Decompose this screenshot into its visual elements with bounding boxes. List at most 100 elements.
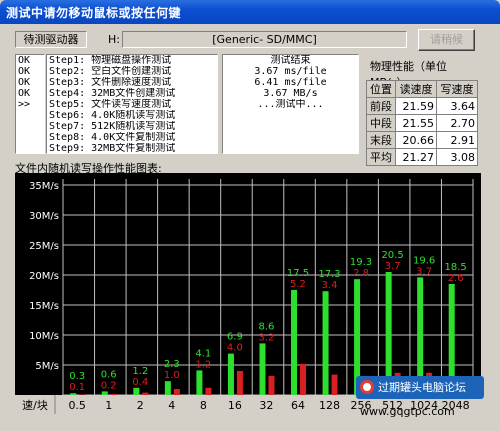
read-value-label: 18.5 (445, 262, 467, 273)
read-value-label: 8.6 (258, 321, 274, 332)
write-value-label: 3.2 (258, 332, 274, 343)
perf-cell-write: 2.70 (436, 114, 478, 132)
step-status: OK (18, 77, 31, 88)
step-status: >> (18, 99, 31, 110)
read-value-label: 17.3 (318, 269, 340, 280)
result-list: 测试结束 3.67 ms/file 6.41 ms/file 3.67 MB/s...… (222, 54, 359, 154)
step-item: Step9: 32MB文件复制测试 (49, 143, 176, 154)
step-item: Step4: 32MB文件创建测试 (49, 88, 176, 99)
y-tick-label: 20M/s (29, 271, 59, 282)
write-value-label: 3.7 (385, 261, 401, 272)
read-value-label: 20.5 (381, 250, 403, 261)
perf-cell-read: 21.27 (395, 148, 438, 166)
step-item: Step5: 文件读写速度测试 (49, 99, 172, 110)
x-tick-label: 32 (259, 399, 273, 412)
step-status (16, 132, 44, 143)
read-value-label: 0.3 (69, 371, 85, 382)
read-value-label: 19.6 (413, 255, 435, 266)
write-value-label: 1.2 (195, 359, 211, 370)
result-line: 3.67 ms/file (254, 66, 327, 77)
write-bar (331, 374, 338, 395)
perf-header: 位置 (365, 80, 397, 98)
step-item: Step1: 物理磁盘操作测试 (49, 55, 172, 66)
read-value-label: 2.3 (164, 359, 180, 370)
perf-cell-pos: 末段 (365, 131, 397, 149)
y-tick-label: 35M/s (29, 181, 59, 192)
step-status (16, 110, 44, 121)
step-item: Step2: 空白文件创建测试 (49, 66, 172, 77)
title-bar: 测试中请勿移动鼠标或按任何键 (0, 0, 500, 24)
write-value-label: 2.8 (353, 268, 369, 279)
write-bar (142, 392, 149, 395)
write-value-label: 0.4 (132, 377, 148, 388)
step-item: Step6: 4.0K随机读写测试 (49, 110, 176, 121)
read-bar (291, 290, 298, 395)
x-tick-label: 1 (105, 399, 112, 412)
read-bar (70, 393, 77, 395)
perf-row: 前段 21.59 3.64 (365, 97, 478, 115)
read-value-label: 1.2 (132, 366, 148, 377)
step-status: OK (18, 66, 31, 77)
read-bar (227, 353, 234, 395)
read-bar (101, 391, 108, 395)
read-bar (322, 291, 329, 395)
write-bar (173, 389, 180, 395)
watermark-text: 过期罐头电脑论坛 (378, 381, 466, 394)
read-value-label: 6.9 (227, 332, 243, 343)
x-tick-label: 8 (200, 399, 207, 412)
read-bar (196, 370, 203, 395)
result-line: 3.67 MB/s (263, 88, 318, 99)
window-title: 测试中请勿移动鼠标或按任何键 (6, 6, 182, 20)
step-status (16, 121, 44, 132)
x-tick-label: 64 (291, 399, 305, 412)
read-value-label: 19.3 (350, 257, 372, 268)
read-bar (133, 387, 140, 395)
write-value-label: 0.2 (101, 380, 117, 391)
step-item: Step8: 4.0K文件复制测试 (49, 132, 176, 143)
read-value-label: 4.1 (195, 348, 211, 359)
perf-row: 平均 21.27 3.08 (365, 148, 478, 166)
step-item: Step7: 512K随机读写测试 (49, 121, 176, 132)
perf-cell-pos: 平均 (365, 148, 397, 166)
result-line: ...测试中... (257, 99, 324, 110)
perf-cell-pos: 中段 (365, 114, 397, 132)
write-value-label: 1.0 (164, 370, 180, 381)
y-tick-label: 10M/s (29, 331, 59, 342)
wait-button[interactable]: 请稍候 (418, 29, 475, 51)
watermark-url: www.gqgtpc.com (360, 405, 455, 418)
read-value-label: 17.5 (287, 268, 309, 279)
step-item: Step3: 文件删除速度测试 (49, 77, 172, 88)
x-tick-label: 0.5 (68, 399, 86, 412)
write-bar (110, 393, 117, 395)
write-bar (268, 375, 275, 395)
y-tick-label: 5M/s (35, 361, 59, 372)
write-value-label: 0.1 (69, 382, 85, 393)
perf-header: 读速度 (395, 80, 438, 98)
read-bar (164, 381, 171, 395)
step-status-list: OK OK OK OK >> (15, 54, 45, 154)
perf-row: 中段 21.55 2.70 (365, 114, 478, 132)
perf-header: 写速度 (436, 80, 478, 98)
perf-cell-read: 21.55 (395, 114, 438, 132)
step-status: OK (18, 88, 31, 99)
write-value-label: 3.4 (322, 280, 338, 291)
perf-cell-write: 3.64 (436, 97, 478, 115)
perf-cell-write: 2.91 (436, 131, 478, 149)
y-tick-label: 25M/s (29, 241, 59, 252)
perf-row: 末段 20.66 2.91 (365, 131, 478, 149)
result-line: 6.41 ms/file (254, 77, 327, 88)
step-status (16, 143, 44, 154)
write-bar (236, 371, 243, 395)
step-list: Step1: 物理磁盘操作测试 Step2: 空白文件创建测试 Step3: 文件删… (46, 54, 218, 154)
perf-cell-pos: 前段 (365, 97, 397, 115)
step-status: OK (18, 55, 31, 66)
drive-letter: H: (108, 33, 120, 46)
write-value-label: 2.6 (448, 273, 464, 284)
x-tick-label: 16 (228, 399, 242, 412)
y-tick-label: 15M/s (29, 301, 59, 312)
read-bar (259, 343, 266, 395)
write-value-label: 3.7 (416, 266, 432, 277)
result-line: 测试结束 (270, 55, 311, 66)
forum-watermark: 过期罐头电脑论坛 (356, 376, 484, 399)
write-value-label: 4.0 (227, 343, 243, 354)
